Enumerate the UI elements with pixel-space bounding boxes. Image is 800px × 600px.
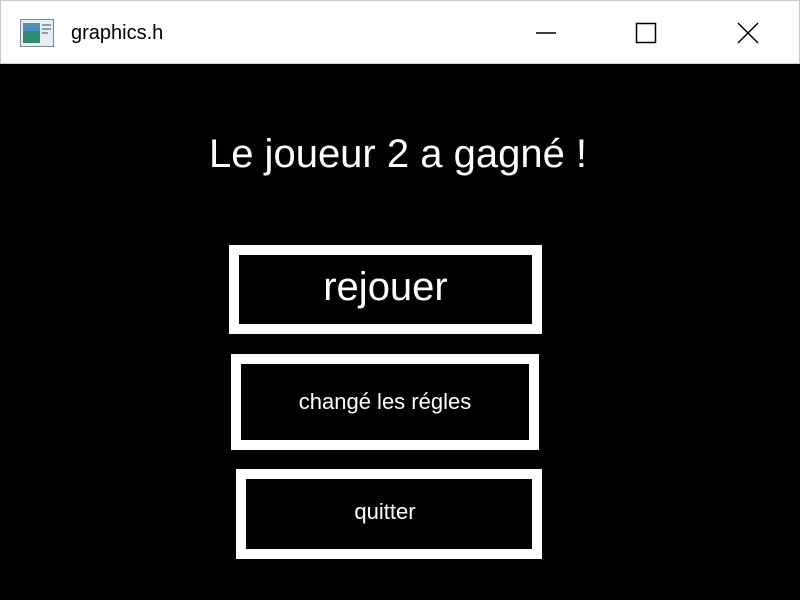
change-rules-button-label: changé les régles bbox=[298, 389, 472, 414]
quit-button[interactable]: quitter bbox=[236, 469, 542, 559]
maximize-icon bbox=[635, 22, 657, 44]
graphics-app-icon bbox=[20, 19, 54, 47]
replay-button[interactable]: rejouer bbox=[229, 245, 542, 334]
close-icon bbox=[737, 22, 759, 44]
result-message: Le joueur 2 a gagné ! bbox=[208, 132, 588, 176]
minimize-icon bbox=[536, 32, 556, 34]
window-title: graphics.h bbox=[71, 22, 164, 44]
minimize-button[interactable] bbox=[516, 13, 576, 53]
quit-button-label: quitter bbox=[354, 499, 416, 524]
close-button[interactable] bbox=[718, 13, 778, 53]
maximize-button[interactable] bbox=[616, 13, 676, 53]
replay-button-label: rejouer bbox=[323, 265, 448, 309]
change-rules-button[interactable]: changé les régles bbox=[231, 354, 539, 450]
game-window: graphics.h Le joueur 2 a gagné ! rejouer… bbox=[0, 0, 800, 600]
title-bar[interactable]: graphics.h bbox=[0, 0, 800, 64]
